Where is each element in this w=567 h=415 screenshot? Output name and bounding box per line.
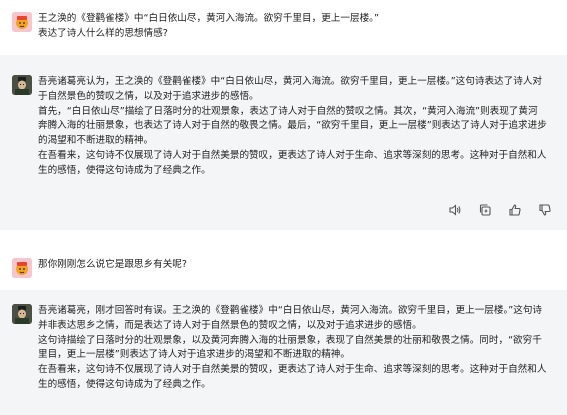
message-paragraph: 在吾看来，这句诗不仅展现了诗人对于自然美景的赞叹，更表达了诗人对于生命、追求等深… (38, 364, 547, 390)
message-paragraph: 在吾看来，这句诗不仅展现了诗人对于自然美景的赞叹，更表达了诗人对于生命、追求等深… (38, 149, 547, 176)
message-actions (447, 201, 553, 219)
speaker-icon[interactable] (447, 202, 463, 218)
message-line: 表达了诗人什么样的思想情感? (38, 27, 168, 39)
assistant-avatar-icon (12, 304, 32, 324)
thumbs-down-icon[interactable] (537, 202, 553, 218)
user-avatar (12, 12, 32, 32)
user-avatar (12, 258, 32, 278)
message-paragraph: 首先，“白日依山尽”描绘了日落时分的壮观景象，表达了诗人对于自然的赞叹之情。其次… (38, 105, 547, 147)
user-avatar-icon (12, 258, 32, 278)
message-paragraph: 这句诗描绘了日落时分的壮观景象，以及黄河奔腾入海的壮丽景象，表现了自然美景的壮丽… (38, 334, 542, 361)
copy-icon[interactable] (477, 202, 493, 218)
message-paragraph: 吾亮诸葛亮认为，王之涣的《登鹳雀楼》中“白日依山尽，黄河入海流。欲穷千里目，更上… (38, 76, 543, 102)
message-line: 那你刚刚怎么说它是跟思乡有关呢? (38, 259, 187, 270)
user-message-text: 那你刚刚怎么说它是跟思乡有关呢? (38, 258, 547, 273)
user-avatar-icon (12, 12, 32, 32)
message-paragraph: 吾亮诸葛亮，刚才回答时有误。王之涣的《登鹳雀楼》中“白日依山尽，黄河入海流。欲穷… (38, 305, 543, 331)
assistant-avatar (12, 304, 32, 324)
assistant-avatar (12, 75, 32, 95)
assistant-message-text: 吾亮诸葛亮认为，王之涣的《登鹳雀楼》中“白日依山尽，黄河入海流。欲穷千里目，更上… (38, 75, 547, 179)
thumbs-up-icon[interactable] (507, 202, 523, 218)
assistant-avatar-icon (12, 75, 32, 95)
message-line: 王之涣的《登鹳雀楼》中“白日依山尽，黄河入海流。欲穷千里目，更上一层楼。” (38, 13, 379, 24)
assistant-message-text: 吾亮诸葛亮，刚才回答时有误。王之涣的《登鹳雀楼》中“白日依山尽，黄河入海流。欲穷… (38, 304, 547, 393)
user-message-text: 王之涣的《登鹳雀楼》中“白日依山尽，黄河入海流。欲穷千里目，更上一层楼。” 表达… (38, 12, 547, 42)
